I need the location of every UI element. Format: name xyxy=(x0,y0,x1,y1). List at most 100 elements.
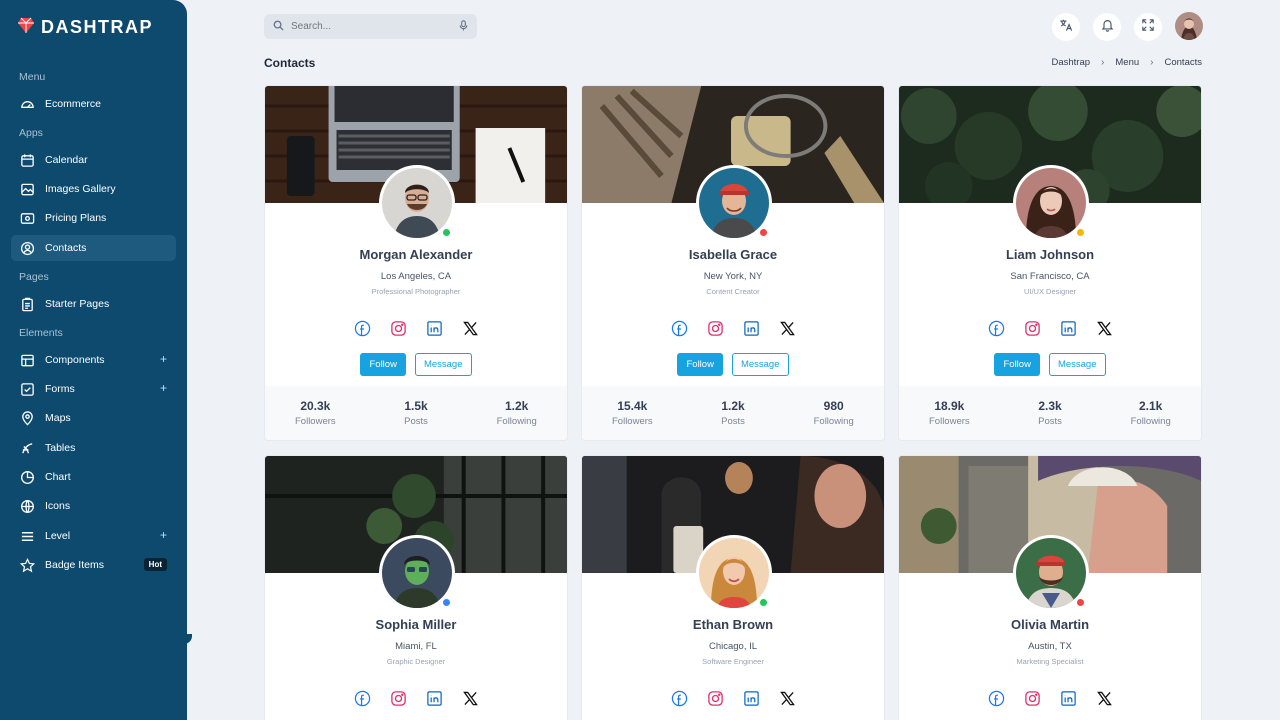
avatar xyxy=(696,535,772,611)
contact-name: Isabella Grace xyxy=(688,247,778,262)
contact-location: San Francisco, CA xyxy=(1010,271,1090,282)
facebook-icon[interactable] xyxy=(987,319,1005,337)
sidebar-item-label: Forms xyxy=(45,383,75,395)
dashboard-icon xyxy=(20,97,35,112)
translate-button[interactable] xyxy=(1052,13,1080,41)
breadcrumb-item[interactable]: Menu xyxy=(1115,57,1139,68)
instagram-icon[interactable] xyxy=(706,319,724,337)
x-twitter-icon[interactable] xyxy=(778,319,796,337)
sidebar-item-tables[interactable]: Tables xyxy=(11,435,176,461)
facebook-icon[interactable] xyxy=(353,689,371,707)
linkedin-icon[interactable] xyxy=(425,689,443,707)
sidebar-item-starter-pages[interactable]: Starter Pages xyxy=(11,291,176,317)
star-icon xyxy=(20,557,35,573)
sidebar-item-label: Pricing Plans xyxy=(45,212,107,224)
expand-icon: + xyxy=(159,381,167,395)
nav-section-elements: Elements xyxy=(19,327,63,339)
facebook-icon[interactable] xyxy=(353,319,371,337)
user-avatar[interactable] xyxy=(1175,12,1203,40)
facebook-icon[interactable] xyxy=(670,319,688,337)
brand-name: DASHTRAP xyxy=(41,17,154,37)
x-twitter-icon[interactable] xyxy=(461,319,479,337)
x-twitter-icon[interactable] xyxy=(1095,319,1113,337)
sidebar-item-label: Ecommerce xyxy=(45,98,102,110)
linkedin-icon[interactable] xyxy=(1059,319,1077,337)
sidebar-item-maps[interactable]: Maps xyxy=(11,405,176,431)
sidebar-item-images-gallery[interactable]: Images Gallery xyxy=(11,176,176,202)
status-dot xyxy=(441,597,452,608)
instagram-icon[interactable] xyxy=(1023,319,1041,337)
following-stat: 1.2k Following xyxy=(466,386,567,440)
posts-stat: 1.5k Posts xyxy=(366,386,467,440)
search-input[interactable] xyxy=(291,21,459,32)
fullscreen-icon xyxy=(1142,18,1154,36)
contact-name: Liam Johnson xyxy=(1005,247,1095,262)
contact-card: Liam Johnson San Francisco, CA UI/UX Des… xyxy=(898,85,1202,441)
message-button[interactable]: Message xyxy=(1048,353,1106,376)
card-actions: Follow Message xyxy=(899,353,1201,376)
stat-label: Posts xyxy=(1038,416,1062,427)
brand[interactable]: DASHTRAP xyxy=(17,16,153,39)
sidebar-item-calendar[interactable]: Calendar xyxy=(11,147,176,173)
image-icon xyxy=(20,182,35,197)
contact-location: Austin, TX xyxy=(1028,641,1072,652)
linkedin-icon[interactable] xyxy=(742,319,760,337)
pricing-icon xyxy=(20,211,35,226)
online-status-dot xyxy=(758,597,769,608)
message-button[interactable]: Message xyxy=(414,353,472,376)
instagram-icon[interactable] xyxy=(389,319,407,337)
sidebar-item-components[interactable]: Components + xyxy=(11,347,176,373)
social-links xyxy=(265,689,567,707)
sidebar-item-badge-items[interactable]: Badge Items Hot xyxy=(11,552,176,578)
sidebar-item-label: Icons xyxy=(45,500,71,512)
instagram-icon[interactable] xyxy=(389,689,407,707)
sidebar-item-chart[interactable]: Chart xyxy=(11,464,176,490)
stat-value: 15.4k xyxy=(617,399,648,413)
avatar xyxy=(379,535,455,611)
icons-icon xyxy=(20,499,35,514)
sidebar-item-level[interactable]: Level + xyxy=(11,523,176,549)
fullscreen-button[interactable] xyxy=(1134,13,1162,41)
linkedin-icon[interactable] xyxy=(742,689,760,707)
contact-role: Content Creator xyxy=(706,287,760,296)
avatar xyxy=(696,165,772,241)
instagram-icon[interactable] xyxy=(1023,689,1041,707)
x-twitter-icon[interactable] xyxy=(461,689,479,707)
nav-section-pages: Pages xyxy=(19,271,49,283)
search-icon xyxy=(273,18,284,36)
search-bar[interactable] xyxy=(264,14,477,39)
message-button[interactable]: Message xyxy=(731,353,789,376)
sidebar-item-icons[interactable]: Icons xyxy=(11,493,176,519)
chevron-right-icon: › xyxy=(1150,57,1154,68)
sidebar-item-forms[interactable]: Forms + xyxy=(11,376,176,402)
linkedin-icon[interactable] xyxy=(1059,689,1077,707)
follow-button[interactable]: Follow xyxy=(677,353,723,376)
breadcrumb-item[interactable]: Dashtrap xyxy=(1051,57,1090,68)
linkedin-icon[interactable] xyxy=(425,319,443,337)
x-twitter-icon[interactable] xyxy=(778,689,796,707)
nav-section-apps: Apps xyxy=(19,127,43,139)
social-links xyxy=(899,689,1201,707)
instagram-icon[interactable] xyxy=(706,689,724,707)
offline-status-dot xyxy=(1075,597,1086,608)
follow-button[interactable]: Follow xyxy=(360,353,406,376)
x-twitter-icon[interactable] xyxy=(1095,689,1113,707)
contact-location: New York, NY xyxy=(703,271,763,282)
sidebar-item-label: Components xyxy=(45,354,105,366)
sidebar: DASHTRAP Menu Ecommerce Apps Calendar Im… xyxy=(0,0,187,720)
facebook-icon[interactable] xyxy=(670,689,688,707)
bell-icon xyxy=(1101,18,1114,37)
following-stat: 980 Following xyxy=(783,386,884,440)
sidebar-item-ecommerce[interactable]: Ecommerce xyxy=(11,91,176,117)
contact-role: Graphic Designer xyxy=(386,657,446,666)
contact-location: Miami, FL xyxy=(395,641,437,652)
avatar xyxy=(379,165,455,241)
notifications-button[interactable] xyxy=(1093,13,1121,41)
expand-icon: + xyxy=(159,528,167,542)
sidebar-item-pricing-plans[interactable]: Pricing Plans xyxy=(11,205,176,231)
microphone-icon[interactable] xyxy=(459,18,468,36)
facebook-icon[interactable] xyxy=(987,689,1005,707)
card-actions: Follow Message xyxy=(582,353,884,376)
follow-button[interactable]: Follow xyxy=(994,353,1040,376)
sidebar-item-contacts[interactable]: Contacts xyxy=(11,235,176,261)
